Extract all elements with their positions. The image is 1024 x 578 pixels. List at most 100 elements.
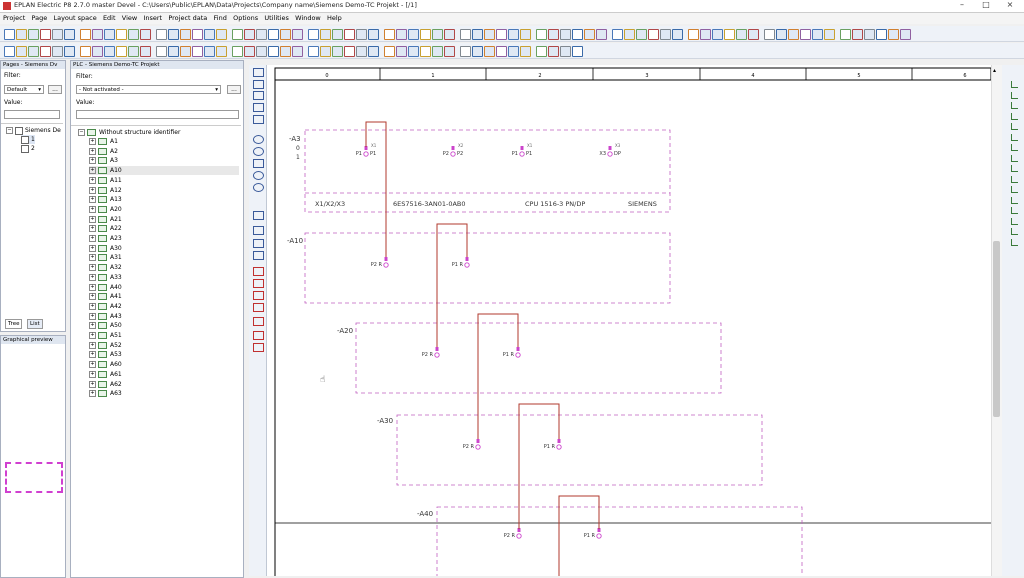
toolbar-button-icon[interactable] xyxy=(232,29,243,40)
connection-symbol-icon[interactable] xyxy=(1011,91,1018,99)
toolbar-button-icon[interactable] xyxy=(864,29,875,40)
toolbar-button-icon[interactable] xyxy=(700,29,711,40)
plc-tree-item[interactable]: + A23 xyxy=(89,234,122,243)
expand-icon[interactable]: + xyxy=(89,293,96,301)
polyline-icon[interactable] xyxy=(253,80,264,89)
minimize-button[interactable]: – xyxy=(950,0,974,10)
expand-icon[interactable]: + xyxy=(89,244,96,252)
toolbar-button-icon[interactable] xyxy=(876,29,887,40)
toolbar-button-icon[interactable] xyxy=(268,29,279,40)
expand-icon[interactable]: + xyxy=(89,176,96,184)
toolbar-button-icon[interactable] xyxy=(168,46,179,57)
pages-filter-more-button[interactable]: ... xyxy=(48,85,62,94)
plc-tree-item[interactable]: + A32 xyxy=(89,263,122,272)
toolbar-button-icon[interactable] xyxy=(624,29,635,40)
toolbar-button-icon[interactable] xyxy=(648,29,659,40)
plc-filter-more-button[interactable]: ... xyxy=(227,85,241,94)
menu-layout-space[interactable]: Layout space xyxy=(53,13,96,24)
plc-tree-item[interactable]: + A40 xyxy=(89,283,122,292)
toolbar-button-icon[interactable] xyxy=(460,29,471,40)
toolbar-button-icon[interactable] xyxy=(444,29,455,40)
toolbar-button-icon[interactable] xyxy=(584,29,595,40)
toolbar-button-icon[interactable] xyxy=(660,29,671,40)
toolbar-button-icon[interactable] xyxy=(80,46,91,57)
connection-symbol-icon[interactable] xyxy=(1011,196,1018,204)
page-item[interactable]: 2 xyxy=(21,144,35,153)
plc-tree-item[interactable]: + A13 xyxy=(89,195,122,204)
toolbar-button-icon[interactable] xyxy=(344,29,355,40)
toolbar-button-icon[interactable] xyxy=(40,46,51,57)
connection-symbol-icon[interactable] xyxy=(1011,123,1018,130)
connection-symbol-icon[interactable] xyxy=(1011,112,1018,120)
schematic-canvas[interactable]: 0123456 -A3 0 1 P1 P1 X1 P2 P2 X2 P1 P1 X1 X3 DP X3 X1/… xyxy=(267,65,991,576)
toolbar-button-icon[interactable] xyxy=(764,29,775,40)
toolbar-button-icon[interactable] xyxy=(444,46,455,57)
circle-icon[interactable] xyxy=(253,147,264,156)
pages-filter-dropdown[interactable]: Default ▾ xyxy=(4,85,44,94)
dimension-icon[interactable] xyxy=(253,291,264,300)
toolbar-button-icon[interactable] xyxy=(484,29,495,40)
connection-symbol-icon[interactable] xyxy=(1011,144,1018,151)
plc-tree-item[interactable]: + A22 xyxy=(89,224,122,233)
plc-tree-item[interactable]: + A11 xyxy=(89,176,122,185)
toolbar-button-icon[interactable] xyxy=(244,29,255,40)
menu-window[interactable]: Window xyxy=(295,13,321,24)
expand-icon[interactable]: + xyxy=(89,332,96,339)
toolbar-button-icon[interactable] xyxy=(824,29,835,40)
expand-icon[interactable]: + xyxy=(89,215,96,223)
spline-icon[interactable] xyxy=(253,211,264,220)
hyperlink-icon[interactable] xyxy=(253,251,264,260)
preview-viewport-frame[interactable] xyxy=(5,462,63,493)
plc-value-input[interactable] xyxy=(76,110,239,119)
toolbar-button-icon[interactable] xyxy=(4,29,15,40)
toolbar-button-icon[interactable] xyxy=(748,29,759,40)
toolbar-button-icon[interactable] xyxy=(4,46,15,57)
toolbar-button-icon[interactable] xyxy=(292,46,303,57)
rectangle-icon[interactable] xyxy=(253,103,264,112)
toolbar-button-icon[interactable] xyxy=(344,46,355,57)
connection-symbol-icon[interactable] xyxy=(1011,217,1018,225)
maximize-button[interactable]: □ xyxy=(974,0,998,10)
toolbar-button-icon[interactable] xyxy=(268,46,279,57)
toolbar-button-icon[interactable] xyxy=(548,46,559,57)
toolbar-button-icon[interactable] xyxy=(128,29,139,40)
plc-tree-item[interactable]: + A62 xyxy=(89,380,122,389)
toolbar-button-icon[interactable] xyxy=(496,29,507,40)
toolbar-button-icon[interactable] xyxy=(460,46,471,57)
plc-tree-item[interactable]: + A53 xyxy=(89,350,122,359)
plc-tree-item[interactable]: + A41 xyxy=(89,292,122,301)
line-icon[interactable] xyxy=(253,68,264,77)
dimension-icon[interactable] xyxy=(253,279,264,288)
plc-tree-item[interactable]: + A2 xyxy=(89,147,118,156)
dimension-icon[interactable] xyxy=(253,267,264,276)
plc-tree-item[interactable]: + A30 xyxy=(89,244,122,253)
plc-tree-item[interactable]: + A33 xyxy=(89,273,122,282)
toolbar-button-icon[interactable] xyxy=(420,29,431,40)
toolbar-button-icon[interactable] xyxy=(92,46,103,57)
toolbar-button-icon[interactable] xyxy=(736,29,747,40)
toolbar-button-icon[interactable] xyxy=(156,29,167,40)
toolbar-button-icon[interactable] xyxy=(280,46,291,57)
plc-tree-item[interactable]: + A12 xyxy=(89,186,122,195)
expand-icon[interactable]: + xyxy=(89,147,96,155)
toolbar-button-icon[interactable] xyxy=(672,29,683,40)
plc-tree-item[interactable]: + A21 xyxy=(89,215,122,224)
toolbar-button-icon[interactable] xyxy=(384,46,395,57)
toolbar-button-icon[interactable] xyxy=(28,46,39,57)
plc-tree-item[interactable]: + A31 xyxy=(89,253,122,262)
plc-tree-item[interactable]: + A63 xyxy=(89,389,122,398)
vertical-scrollbar[interactable]: ▴ xyxy=(991,65,1002,576)
toolbar-button-icon[interactable] xyxy=(232,46,243,57)
connection-symbol-icon[interactable] xyxy=(1011,165,1018,172)
toolbar-button-icon[interactable] xyxy=(180,46,191,57)
toolbar-button-icon[interactable] xyxy=(520,29,531,40)
dimension-icon[interactable] xyxy=(253,343,264,352)
plc-tree-item[interactable]: + A60 xyxy=(89,360,122,369)
pages-tree-root[interactable]: − Siemens De xyxy=(6,126,61,135)
plc-tree-root[interactable]: − Without structure identifier xyxy=(78,128,180,137)
scrollbar-thumb[interactable] xyxy=(993,241,1000,417)
toolbar-button-icon[interactable] xyxy=(280,29,291,40)
menu-utilities[interactable]: Utilities xyxy=(264,13,288,24)
plc-tree-item[interactable]: + A1 xyxy=(89,137,118,146)
scroll-up-icon[interactable]: ▴ xyxy=(993,67,996,74)
